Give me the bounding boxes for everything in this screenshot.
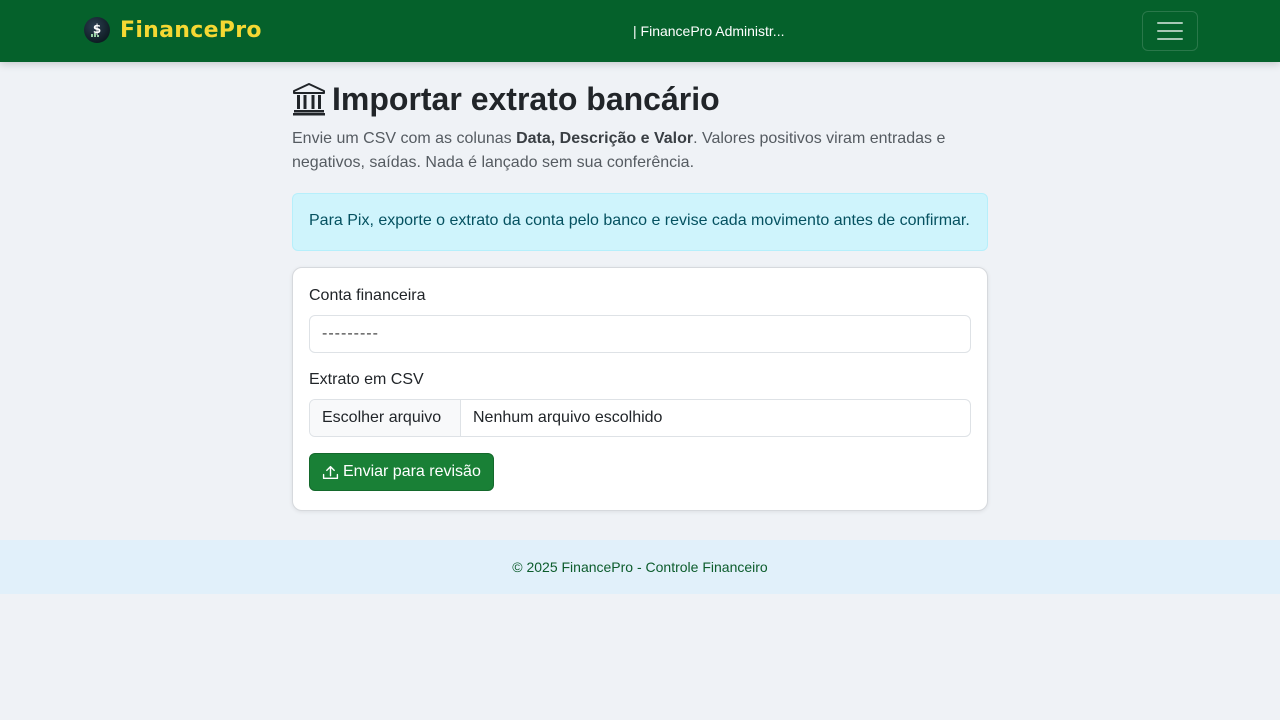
navbar-toggle-button[interactable] bbox=[1142, 11, 1198, 51]
main-content: Importar extrato bancário Envie um CSV c… bbox=[292, 78, 988, 511]
account-label: Conta financeira bbox=[309, 287, 426, 304]
account-select[interactable]: --------- bbox=[309, 315, 971, 353]
csv-file-label: Extrato em CSV bbox=[309, 371, 424, 388]
submit-for-review-button[interactable]: Enviar para revisão bbox=[309, 453, 494, 491]
page-description: Envie um CSV com as colunas Data, Descri… bbox=[292, 127, 988, 175]
upload-icon bbox=[322, 465, 339, 479]
page-title: Importar extrato bancário bbox=[292, 78, 988, 120]
brand-name: FinancePro bbox=[120, 17, 262, 43]
submit-button-label: Enviar para revisão bbox=[343, 463, 481, 480]
page-footer: © 2025 FinancePro - Controle Financeiro bbox=[0, 540, 1280, 594]
hamburger-menu-icon bbox=[1157, 22, 1183, 24]
description-prefix: Envie um CSV com as colunas bbox=[292, 130, 517, 147]
brand-link[interactable]: $ FinancePro bbox=[84, 17, 262, 43]
hamburger-menu-icon bbox=[1157, 38, 1183, 40]
file-status-text: Nenhum arquivo escolhido bbox=[473, 409, 663, 426]
choose-file-button[interactable]: Escolher arquivo bbox=[310, 400, 461, 436]
hamburger-menu-icon bbox=[1157, 30, 1183, 32]
bank-building-icon bbox=[293, 83, 325, 116]
dollar-chart-logo-icon: $ bbox=[84, 17, 110, 43]
import-form-card: Conta financeira --------- Extrato em CS… bbox=[292, 267, 988, 511]
page-title-text: Importar extrato bancário bbox=[332, 80, 720, 117]
user-menu-text[interactable]: | FinancePro Administr... bbox=[633, 23, 784, 39]
csv-file-input[interactable]: Escolher arquivo Nenhum arquivo escolhid… bbox=[309, 399, 971, 437]
top-navbar: $ FinancePro | FinancePro Administr... bbox=[0, 0, 1280, 62]
info-alert: Para Pix, exporte o extrato da conta pel… bbox=[292, 193, 988, 251]
description-columns: Data, Descrição e Valor bbox=[516, 130, 694, 147]
